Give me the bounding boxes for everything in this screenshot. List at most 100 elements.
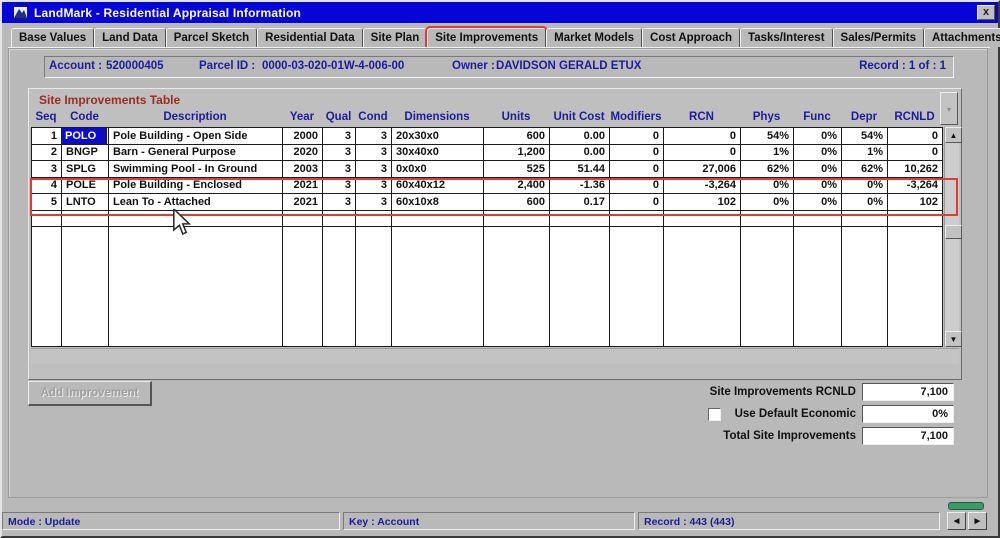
table-cell: 0 bbox=[663, 127, 741, 145]
rcnld-label: Site Improvements RCNLD bbox=[709, 386, 856, 398]
table-cell: 0% bbox=[793, 144, 842, 162]
table-cell: 3 bbox=[322, 144, 356, 162]
record-indicator: Record : 1 of : 1 bbox=[859, 60, 946, 72]
tab-land-data[interactable]: Land Data bbox=[94, 28, 166, 47]
site-improvements-table: 1 POLO ▼ Pole Building - Open Side 2000 … bbox=[31, 127, 943, 347]
arrow-left-icon: ◄ bbox=[951, 516, 962, 527]
table-cell: 2 bbox=[31, 144, 62, 162]
tab-site-improvements[interactable]: Site Improvements bbox=[425, 26, 549, 49]
table-cell: 54% bbox=[740, 127, 794, 145]
title-bar: LandMark - Residential Appraisal Informa… bbox=[2, 2, 998, 23]
scroll-up-button[interactable]: ▲ bbox=[945, 127, 962, 143]
table-cell: 3 bbox=[322, 193, 356, 211]
arrow-down-icon: ▼ bbox=[949, 335, 958, 344]
combobox-value[interactable]: POLO bbox=[61, 127, 107, 144]
owner-label: Owner : bbox=[452, 60, 495, 72]
table-cell: 0% bbox=[841, 177, 888, 195]
table-cell: 0 bbox=[663, 144, 741, 162]
table-cell: 1% bbox=[740, 144, 794, 162]
parcel-id-label: Parcel ID : bbox=[199, 60, 256, 72]
account-value: 520000405 bbox=[106, 60, 164, 72]
table-cell: 0 bbox=[609, 160, 664, 178]
table-cell: 60x10x8 bbox=[391, 193, 484, 211]
table-cell: 1 bbox=[31, 127, 62, 145]
column-header-seq: Seq bbox=[35, 111, 57, 123]
status-indicator bbox=[948, 502, 984, 510]
owner-value: DAVIDSON GERALD ETUX bbox=[496, 60, 642, 72]
table-row[interactable]: 5 LNTO Lean To - Attached 2021 3 3 60x10… bbox=[31, 193, 943, 211]
total-field[interactable]: 7,100 bbox=[862, 427, 954, 445]
column-header-unit-cost: Unit Cost bbox=[553, 111, 605, 123]
tab-sales-permits[interactable]: Sales/Permits bbox=[832, 28, 924, 47]
table-row[interactable]: 1 POLO ▼ Pole Building - Open Side 2000 … bbox=[31, 127, 943, 145]
tab-cost-approach[interactable]: Cost Approach bbox=[642, 28, 741, 47]
tab-tasks-interest[interactable]: Tasks/Interest bbox=[740, 28, 833, 47]
scroll-down-button[interactable]: ▼ bbox=[945, 331, 962, 347]
column-header-qual: Qual bbox=[325, 111, 352, 123]
panel-corner-button[interactable]: ▾ bbox=[940, 92, 958, 125]
table-cell: Pole Building - Open Side bbox=[108, 127, 283, 145]
column-header-year: Year bbox=[289, 111, 315, 123]
table-row-empty[interactable] bbox=[31, 210, 943, 228]
horizontal-scrollbar[interactable] bbox=[31, 348, 959, 364]
column-header-modifiers: Modifiers bbox=[610, 111, 662, 123]
table-cell: 0 bbox=[887, 127, 943, 145]
table-cell: 5 bbox=[31, 193, 62, 211]
table-cell: 1% bbox=[841, 144, 888, 162]
table-cell: 3 bbox=[355, 193, 392, 211]
site-improvements-panel: Site Improvements Table ▾ Seq Code Descr… bbox=[28, 88, 962, 380]
table-cell: 62% bbox=[740, 160, 794, 178]
table-cell: Barn - General Purpose bbox=[108, 144, 283, 162]
table-cell: 2021 bbox=[282, 177, 323, 195]
next-record-button[interactable]: ► bbox=[968, 512, 987, 530]
tab-base-values[interactable]: Base Values bbox=[11, 28, 95, 47]
vertical-scrollbar[interactable]: ▲ ▼ bbox=[944, 127, 962, 347]
rcnld-field[interactable]: 7,100 bbox=[862, 383, 954, 401]
panel-title: Site Improvements Table bbox=[39, 93, 181, 107]
column-header-cond: Cond bbox=[358, 111, 388, 123]
arrow-right-icon: ► bbox=[972, 516, 983, 527]
status-record: Record : 443 (443) bbox=[638, 512, 940, 530]
table-row[interactable]: 2 BNGP Barn - General Purpose 2020 3 3 3… bbox=[31, 144, 943, 162]
table-cell: 20x30x0 bbox=[391, 127, 484, 145]
table-cell: 600 bbox=[483, 193, 550, 211]
column-header-code: Code bbox=[70, 111, 99, 123]
status-mode: Mode : Update bbox=[2, 512, 340, 530]
combobox-dropdown-button[interactable]: ▼ bbox=[107, 127, 108, 144]
table-cell: 3 bbox=[355, 144, 392, 162]
tab-residential-data[interactable]: Residential Data bbox=[257, 28, 363, 47]
table-cell: 0% bbox=[793, 127, 842, 145]
table-cell: 3 bbox=[355, 160, 392, 178]
table-cell: 0% bbox=[793, 177, 842, 195]
table-cell: 54% bbox=[841, 127, 888, 145]
close-button[interactable]: x bbox=[977, 5, 995, 20]
code-combobox[interactable]: POLO ▼ bbox=[61, 127, 108, 144]
table-cell: 0 bbox=[609, 193, 664, 211]
table-cell: 3 bbox=[322, 160, 356, 178]
table-cell: 62% bbox=[841, 160, 888, 178]
add-improvement-button[interactable]: Add Improvement bbox=[28, 381, 152, 406]
table-cell: 0x0x0 bbox=[391, 160, 484, 178]
chevron-down-icon: ▾ bbox=[946, 105, 951, 114]
table-row[interactable]: 4 POLE Pole Building - Enclosed 2021 3 3… bbox=[31, 177, 943, 195]
total-label: Total Site Improvements bbox=[723, 430, 856, 442]
tab-market-models[interactable]: Market Models bbox=[546, 28, 643, 47]
column-header-description: Description bbox=[163, 111, 227, 123]
tab-attachments[interactable]: Attachments bbox=[923, 28, 1000, 47]
table-cell: -1.36 bbox=[549, 177, 610, 195]
account-bar: Account : 520000405 Parcel ID : 0000-03-… bbox=[44, 56, 954, 78]
table-row[interactable]: 3 SPLG Swimming Pool - In Ground 2003 3 … bbox=[31, 160, 943, 178]
table-cell: 0% bbox=[740, 177, 794, 195]
tab-strip-divider bbox=[8, 47, 990, 49]
table-cell: 30x40x0 bbox=[391, 144, 484, 162]
tab-parcel-sketch[interactable]: Parcel Sketch bbox=[165, 28, 258, 47]
scrollbar-thumb[interactable] bbox=[945, 225, 962, 239]
table-cell: 3 bbox=[322, 177, 356, 195]
table-cell: 2021 bbox=[282, 193, 323, 211]
prev-record-button[interactable]: ◄ bbox=[947, 512, 966, 530]
column-header-rcnld: RCNLD bbox=[894, 111, 935, 123]
tab-site-plan[interactable]: Site Plan bbox=[362, 28, 428, 47]
table-cell: 0 bbox=[609, 127, 664, 145]
table-cell: 51.44 bbox=[549, 160, 610, 178]
economic-field[interactable]: 0% bbox=[862, 405, 954, 423]
